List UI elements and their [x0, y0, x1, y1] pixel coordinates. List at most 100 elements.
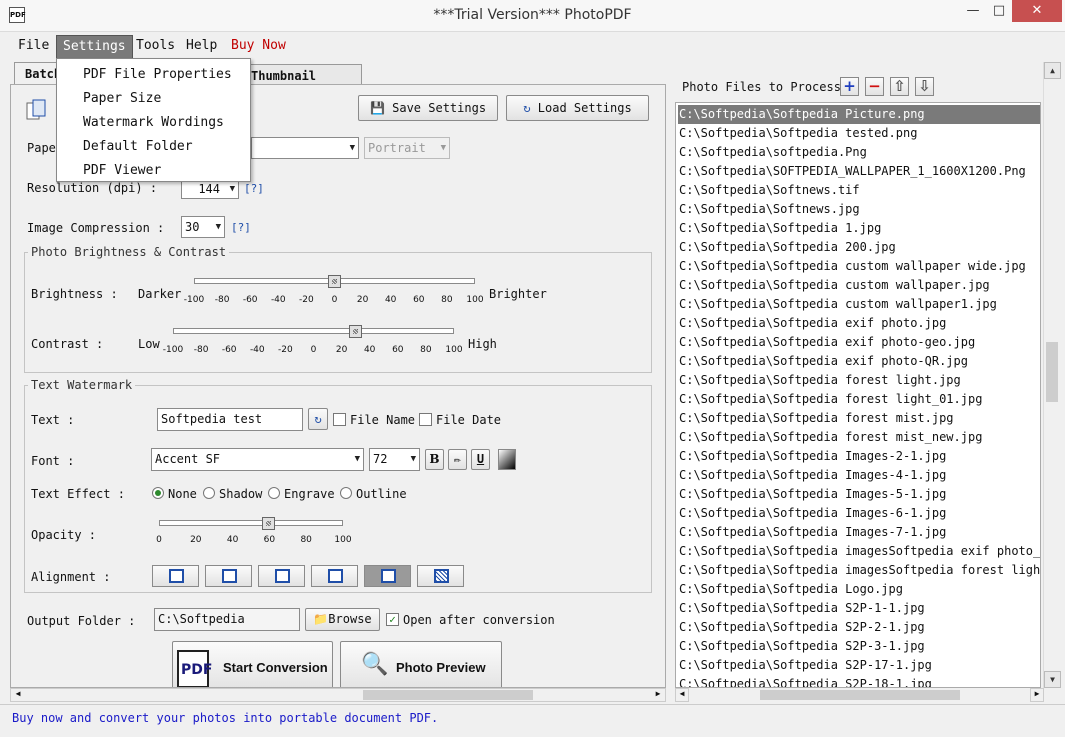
orientation-select[interactable]: Portrait ▼ — [364, 137, 450, 159]
load-settings-button[interactable]: ↻ Load Settings — [506, 95, 649, 121]
contrast-slider-thumb[interactable] — [348, 325, 362, 338]
add-file-button[interactable]: + — [840, 77, 859, 96]
italic-pen-button[interactable]: ✏ — [448, 449, 467, 470]
file-list-item[interactable]: C:\Softpedia\Softpedia imagesSoftpedia f… — [678, 561, 1040, 580]
file-list-item[interactable]: C:\Softpedia\Softnews.tif — [678, 181, 1040, 200]
font-size-select[interactable]: 72 ▼ — [369, 448, 420, 471]
file-list-item[interactable]: C:\Softpedia\Softnews.jpg — [678, 200, 1040, 219]
file-list-item[interactable]: C:\Softpedia\Softpedia tested.png — [678, 124, 1040, 143]
menu-settings[interactable]: Settings — [56, 35, 133, 59]
compression-help-link[interactable]: [?] — [231, 221, 251, 234]
vertical-scroll-thumb[interactable] — [1046, 342, 1058, 402]
file-list-item[interactable]: C:\Softpedia\Softpedia Images-6-1.jpg — [678, 504, 1040, 523]
effect-none-radio[interactable] — [152, 487, 164, 499]
file-list-item[interactable]: C:\Softpedia\Softpedia 1.jpg — [678, 219, 1040, 238]
underline-button[interactable]: U — [471, 449, 490, 470]
move-down-button[interactable]: ⇩ — [915, 77, 934, 96]
resolution-help-link[interactable]: [?] — [244, 182, 264, 195]
file-list-item[interactable]: C:\Softpedia\Softpedia Images-4-1.jpg — [678, 466, 1040, 485]
file-name-checkbox[interactable] — [333, 413, 346, 426]
align-tile-button[interactable] — [417, 565, 464, 587]
scroll-left-arrow[interactable]: ◀ — [11, 689, 25, 701]
scroll-thumb[interactable] — [363, 690, 533, 700]
file-list-item[interactable]: C:\Softpedia\Softpedia custom wallpaper … — [678, 257, 1040, 276]
refresh-text-button[interactable]: ↻ — [308, 408, 328, 430]
minimize-button[interactable]: — — [960, 0, 986, 22]
remove-file-button[interactable]: − — [865, 77, 884, 96]
file-list-item[interactable]: C:\Softpedia\Softpedia S2P-1-1.jpg — [678, 599, 1040, 618]
brightness-slider-thumb[interactable] — [327, 275, 341, 288]
file-list-item[interactable]: C:\Softpedia\softpedia.Png — [678, 143, 1040, 162]
contrast-slider[interactable] — [173, 328, 454, 334]
file-list-item[interactable]: C:\Softpedia\Softpedia Images-7-1.jpg — [678, 523, 1040, 542]
align-center-button[interactable] — [364, 565, 411, 587]
menu-item-paper-size[interactable]: Paper Size — [83, 91, 161, 109]
align-top-left-button[interactable] — [152, 565, 199, 587]
save-settings-button[interactable]: 💾 Save Settings — [358, 95, 498, 121]
align-bottom-left-button[interactable] — [258, 565, 305, 587]
effect-shadow-radio[interactable] — [203, 487, 215, 499]
list-scroll-right-arrow[interactable]: ▶ — [1030, 688, 1044, 702]
file-list-item[interactable]: C:\Softpedia\Softpedia S2P-3-1.jpg — [678, 637, 1040, 656]
file-list-item[interactable]: C:\Softpedia\Softpedia forest mist_new.j… — [678, 428, 1040, 447]
file-list-item[interactable]: C:\Softpedia\Softpedia forest light_01.j… — [678, 390, 1040, 409]
file-list-item[interactable]: C:\Softpedia\Softpedia exif photo.jpg — [678, 314, 1040, 333]
font-select[interactable]: Accent SF ▼ — [151, 448, 364, 471]
list-scroll-left-arrow[interactable]: ◀ — [675, 688, 689, 702]
photo-preview-button[interactable]: 🔍 Photo Preview — [340, 641, 502, 687]
file-list-item[interactable]: C:\Softpedia\Softpedia S2P-18-1.jpg — [678, 675, 1040, 687]
left-horizontal-scrollbar[interactable]: ◀ ▶ — [10, 688, 666, 702]
file-list-item[interactable]: C:\Softpedia\SOFTPEDIA_WALLPAPER_1_1600X… — [678, 162, 1040, 181]
vertical-scrollbar[interactable]: ▲ ▼ — [1043, 62, 1061, 688]
menu-item-pdf-file-properties[interactable]: PDF File Properties — [83, 67, 232, 85]
menu-tools[interactable]: Tools — [130, 35, 181, 59]
file-list-item[interactable]: C:\Softpedia\Softpedia forest mist.jpg — [678, 409, 1040, 428]
bold-button[interactable]: B — [425, 449, 444, 470]
file-list-item[interactable]: C:\Softpedia\Softpedia Images-2-1.jpg — [678, 447, 1040, 466]
watermark-text-input[interactable]: Softpedia test — [157, 408, 303, 431]
file-list-item[interactable]: C:\Softpedia\Softpedia 200.jpg — [678, 238, 1040, 257]
file-date-checkbox[interactable] — [419, 413, 432, 426]
menu-buy-now[interactable]: Buy Now — [225, 35, 292, 59]
maximize-button[interactable]: □ — [986, 0, 1012, 22]
paper-size-select[interactable]: ▼ — [251, 137, 359, 159]
file-list-item[interactable]: C:\Softpedia\Softpedia imagesSoftpedia e… — [678, 542, 1040, 561]
file-list-item[interactable]: C:\Softpedia\Softpedia Images-5-1.jpg — [678, 485, 1040, 504]
list-horizontal-scroll-thumb[interactable] — [760, 690, 960, 700]
brightness-contrast-title: Photo Brightness & Contrast — [28, 245, 230, 259]
compression-select[interactable]: 30 ▼ — [181, 216, 225, 238]
effect-engrave-radio[interactable] — [268, 487, 280, 499]
open-after-conversion-checkbox[interactable]: ✓ — [386, 613, 399, 626]
align-top-center-button[interactable] — [205, 565, 252, 587]
photo-files-list[interactable]: C:\Softpedia\Softpedia Picture.png C:\Sof… — [675, 102, 1041, 688]
file-list-item[interactable]: C:\Softpedia\Softpedia custom wallpaper1… — [678, 295, 1040, 314]
file-list-item[interactable]: C:\Softpedia\Softpedia exif photo-QR.jpg — [678, 352, 1040, 371]
opacity-slider[interactable] — [159, 520, 343, 526]
file-list-item[interactable]: C:\Softpedia\Softpedia Picture.png — [678, 105, 1040, 124]
menu-item-pdf-viewer[interactable]: PDF Viewer — [83, 163, 161, 181]
opacity-slider-thumb[interactable] — [262, 517, 276, 530]
scroll-right-arrow[interactable]: ▶ — [651, 689, 665, 701]
menu-help[interactable]: Help — [180, 35, 223, 59]
move-up-button[interactable]: ⇧ — [890, 77, 909, 96]
browse-button[interactable]: 📁Browse — [305, 608, 380, 631]
file-list-item[interactable]: C:\Softpedia\Softpedia custom wallpaper.… — [678, 276, 1040, 295]
start-conversion-button[interactable]: PDF Start Conversion — [172, 641, 333, 687]
resolution-select[interactable]: 144 ▼ — [181, 179, 239, 199]
file-list-item[interactable]: C:\Softpedia\Softpedia Logo.jpg — [678, 580, 1040, 599]
scroll-down-arrow[interactable]: ▼ — [1044, 671, 1061, 688]
menu-item-watermark-wordings[interactable]: Watermark Wordings — [83, 115, 224, 133]
file-list-item[interactable]: C:\Softpedia\Softpedia S2P-2-1.jpg — [678, 618, 1040, 637]
file-list-item[interactable]: C:\Softpedia\Softpedia exif photo-geo.jp… — [678, 333, 1040, 352]
scroll-up-arrow[interactable]: ▲ — [1044, 62, 1061, 79]
output-folder-input[interactable]: C:\Softpedia — [154, 608, 300, 631]
file-list-item[interactable]: C:\Softpedia\Softpedia S2P-17-1.jpg — [678, 656, 1040, 675]
color-picker-button[interactable] — [498, 449, 516, 470]
menu-item-default-folder[interactable]: Default Folder — [83, 139, 193, 157]
close-button[interactable]: ✕ — [1012, 0, 1062, 22]
align-bottom-right-button[interactable] — [311, 565, 358, 587]
file-list-item[interactable]: C:\Softpedia\Softpedia forest light.jpg — [678, 371, 1040, 390]
effect-outline-radio[interactable] — [340, 487, 352, 499]
menu-file[interactable]: File — [12, 35, 55, 59]
plus-icon: + — [843, 77, 856, 95]
